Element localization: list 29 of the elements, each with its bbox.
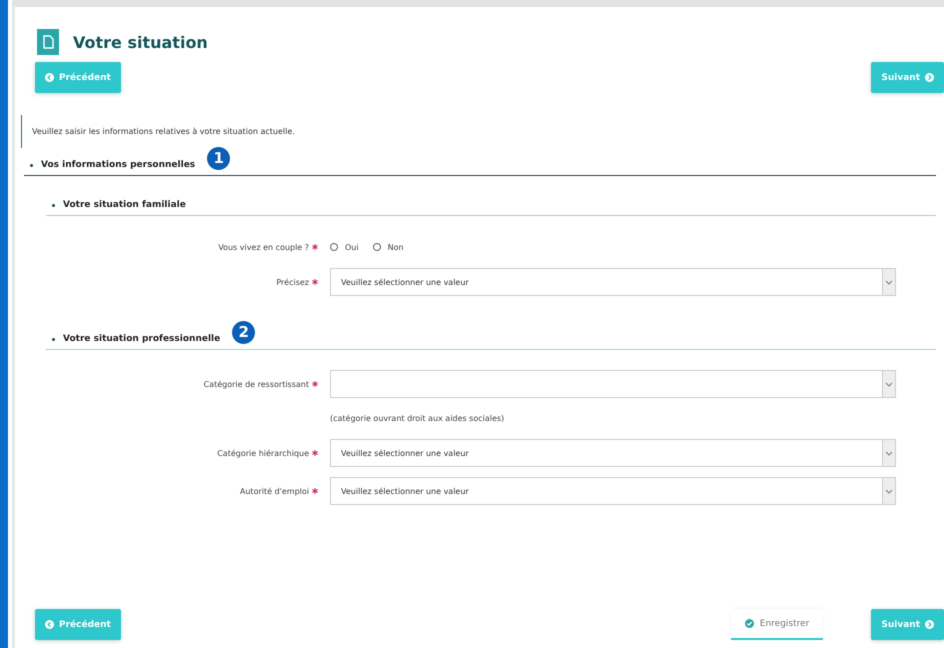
arrow-left-circle-icon [45, 73, 54, 82]
chevron-down-icon [885, 450, 893, 456]
select-field[interactable]: Veuillez sélectionner une valeur [330, 477, 896, 505]
page-title: Votre situation [73, 32, 208, 52]
arrow-right-circle-icon [925, 620, 934, 629]
check-circle-icon [744, 619, 754, 628]
select-field[interactable]: Veuillez sélectionner une valeur [330, 268, 896, 296]
subsection-heading: Votre situation familiale [63, 200, 186, 210]
number-marker: 1 [207, 146, 230, 170]
arrow-right-circle-icon [925, 73, 934, 82]
chevron-down-icon [885, 488, 893, 494]
radio-option[interactable]: Non [372, 242, 404, 252]
field-label: Précisez [276, 278, 309, 286]
field-label: Autorité d'emploi [240, 486, 309, 496]
document-icon [37, 29, 59, 55]
field-label: Catégorie hiérarchique [217, 448, 309, 458]
chevron-down-icon [885, 382, 893, 386]
select-field[interactable]: Veuillez sélectionner une valeur [330, 439, 896, 467]
radio-option[interactable]: Oui [330, 242, 359, 252]
section-heading: Vos informations personnelles [41, 160, 196, 170]
field-hint: (catégorie ouvrant droit aux aides sociales) [330, 414, 504, 423]
select-field[interactable] [330, 370, 896, 398]
chevron-down-icon [885, 280, 893, 284]
number-marker: 2 [232, 320, 256, 344]
field-label: Vous vivez en couple ? [218, 242, 309, 252]
arrow-left-circle-icon [45, 620, 54, 629]
subsection-heading: Votre situation professionnelle [63, 334, 220, 344]
save-button[interactable]: Enregistrer [730, 609, 824, 640]
field-label: Catégorie de ressortissant [204, 380, 309, 388]
